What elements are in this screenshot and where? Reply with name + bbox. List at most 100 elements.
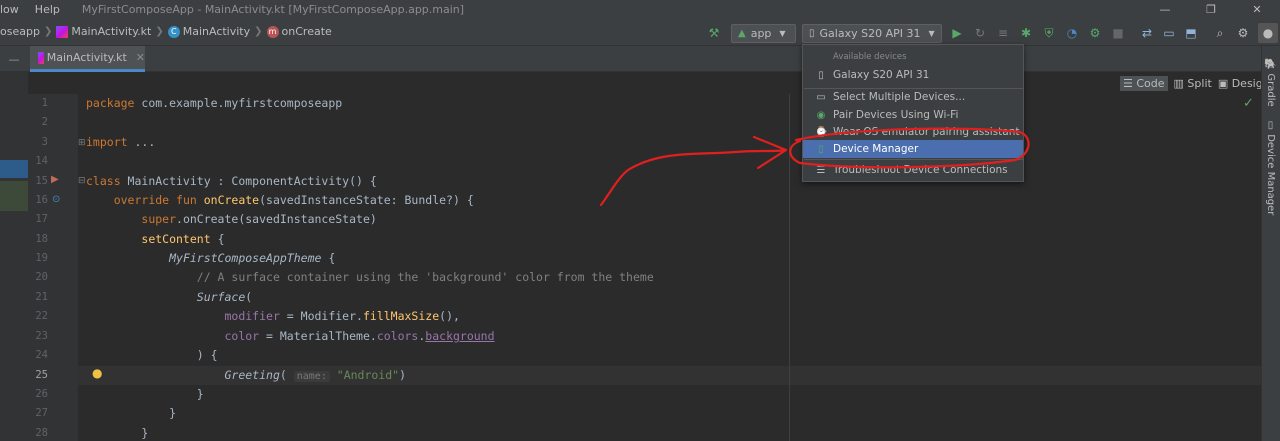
- run-icon[interactable]: ▶: [948, 23, 966, 43]
- close-window-icon[interactable]: ✕: [1234, 0, 1280, 18]
- tab-label: MainActivity.kt: [46, 51, 127, 64]
- breadcrumb-item-class[interactable]: MainActivity: [183, 25, 250, 38]
- code-token: }: [86, 406, 177, 420]
- code-line[interactable]: package com.example.myfirstcomposeapp: [86, 96, 342, 110]
- avd-manager-icon[interactable]: ▭: [1160, 23, 1178, 43]
- line-number: 28: [35, 427, 48, 439]
- device-item-galaxy-s20[interactable]: ▯ Galaxy S20 API 31: [803, 66, 1023, 84]
- line-number: 20: [35, 271, 48, 283]
- dropdown-arrow-icon: ▼: [779, 29, 786, 38]
- fold-icon[interactable]: ⊟: [78, 176, 86, 186]
- code-line[interactable]: Surface(: [86, 290, 252, 304]
- code-line[interactable]: setContent {: [86, 232, 225, 246]
- apply-code-changes-icon[interactable]: ≡: [994, 23, 1012, 43]
- breadcrumb-item-method[interactable]: onCreate: [282, 25, 332, 38]
- debug-icon[interactable]: ✱: [1017, 23, 1035, 43]
- profile-icon[interactable]: ◔: [1063, 23, 1081, 43]
- code-line[interactable]: color = MaterialTheme.colors.background: [86, 329, 494, 343]
- left-tool-highlight[interactable]: [0, 181, 28, 211]
- attach-debugger-icon[interactable]: ⛨: [1040, 23, 1058, 43]
- code-token: import: [86, 135, 135, 149]
- breadcrumb-item-module[interactable]: oseapp: [0, 25, 40, 38]
- sdk-manager-icon[interactable]: ⬒: [1182, 23, 1200, 43]
- close-icon[interactable]: ✕: [136, 51, 145, 64]
- menu-item-window[interactable]: low: [0, 3, 27, 16]
- override-gutter-icon[interactable]: ⊙: [52, 194, 66, 208]
- code-token: package: [86, 96, 142, 110]
- code-line[interactable]: override fun onCreate(savedInstanceState…: [86, 193, 474, 207]
- tab-mainactivity[interactable]: MainActivity.kt ✕: [30, 46, 145, 72]
- kotlin-file-icon: [38, 51, 44, 64]
- action-label: Troubleshoot Device Connections: [833, 164, 1008, 176]
- sync-gradle-icon[interactable]: ⇄: [1138, 23, 1156, 43]
- troubleshoot-connections-item[interactable]: ☰ Troubleshoot Device Connections: [803, 161, 1023, 179]
- fold-icon[interactable]: ⊞: [78, 138, 86, 148]
- apply-changes-icon[interactable]: ↻: [971, 23, 989, 43]
- view-mode-split[interactable]: ▥ Split: [1174, 77, 1212, 90]
- code-token: {: [210, 232, 225, 246]
- code-token: {: [321, 251, 336, 265]
- menu-item-help[interactable]: Help: [27, 3, 68, 16]
- right-tool-strip: 🐘 Gradle ▯ Device Manager: [1261, 46, 1280, 441]
- code-token: Surface: [196, 290, 246, 304]
- code-line[interactable]: // A surface container using the 'backgr…: [86, 270, 654, 284]
- run-gutter-icon[interactable]: ▶: [51, 174, 65, 188]
- code-token: // A surface container using the 'backgr…: [196, 270, 654, 284]
- code-line[interactable]: }: [86, 387, 204, 401]
- stop-icon[interactable]: ■: [1109, 23, 1127, 43]
- elephant-icon: 🐘: [1265, 58, 1276, 71]
- left-tool-highlight[interactable]: [0, 160, 28, 178]
- attach-icon[interactable]: ⚙: [1086, 23, 1104, 43]
- class-icon: C: [167, 25, 180, 38]
- code-line[interactable]: Greeting( name: "Android"): [86, 368, 406, 382]
- breadcrumb-item-file[interactable]: MainActivity.kt: [71, 25, 151, 38]
- line-number: 16: [35, 194, 48, 206]
- search-icon[interactable]: ⌕: [1211, 23, 1229, 43]
- annotation-arrow: [599, 148, 788, 207]
- build-hammer-icon[interactable]: ⚒: [704, 23, 724, 43]
- code-line[interactable]: }: [86, 426, 148, 440]
- code-token: com.example.myfirstcomposeapp: [141, 96, 343, 110]
- code-line[interactable]: MyFirstComposeAppTheme {: [86, 251, 335, 265]
- list-icon: ☰: [816, 164, 826, 176]
- minus-icon[interactable]: —: [0, 46, 28, 72]
- code-line[interactable]: import ...: [86, 135, 155, 149]
- avatar[interactable]: ●: [1258, 23, 1278, 43]
- code-token: .onCreate(savedInstanceState): [176, 212, 377, 226]
- code-line[interactable]: modifier = Modifier.fillMaxSize(),: [86, 309, 459, 323]
- view-mode-code[interactable]: ☰ Code: [1120, 75, 1168, 91]
- left-tool-strip: [0, 72, 28, 441]
- pair-devices-wifi-item[interactable]: ◉ Pair Devices Using Wi-Fi: [803, 106, 1023, 124]
- code-token: ...: [134, 135, 156, 149]
- wear-os-pairing-item[interactable]: ⌚ Wear OS emulator pairing assistant: [803, 123, 1023, 141]
- divider: [804, 159, 1024, 160]
- minimize-icon[interactable]: —: [1142, 0, 1188, 18]
- phone-icon: ▯: [818, 69, 824, 81]
- action-label: Pair Devices Using Wi-Fi: [833, 109, 959, 121]
- module-combo[interactable]: ▲ app ▼: [731, 24, 796, 43]
- code-token: colors: [376, 329, 419, 343]
- line-number: 19: [35, 252, 48, 264]
- device-manager-tool[interactable]: ▯ Device Manager: [1265, 120, 1276, 215]
- phone-icon: ▯: [809, 28, 815, 39]
- device-manager-item[interactable]: ▯ Device Manager: [803, 140, 1023, 158]
- code-line[interactable]: }: [86, 406, 176, 420]
- action-label: Wear OS emulator pairing assistant: [833, 126, 1020, 138]
- code-line[interactable]: super.onCreate(savedInstanceState): [86, 212, 377, 226]
- select-multiple-devices-item[interactable]: ▭ Select Multiple Devices...: [803, 88, 1023, 106]
- device-combo[interactable]: ▯ Galaxy S20 API 31 ▼: [802, 24, 942, 43]
- code-token: MyFirstComposeAppTheme: [169, 251, 322, 265]
- code-line[interactable]: class MainActivity : ComponentActivity()…: [86, 174, 377, 188]
- gradle-tool[interactable]: 🐘 Gradle: [1265, 58, 1276, 107]
- code-line[interactable]: ) {: [86, 348, 218, 362]
- restore-icon[interactable]: ❐: [1188, 0, 1234, 18]
- code-token: = Modifier.: [279, 309, 363, 323]
- gear-icon[interactable]: ⚙: [1234, 23, 1252, 43]
- view-mode-split-label: Split: [1187, 76, 1212, 90]
- device-icon: ▭: [816, 91, 826, 103]
